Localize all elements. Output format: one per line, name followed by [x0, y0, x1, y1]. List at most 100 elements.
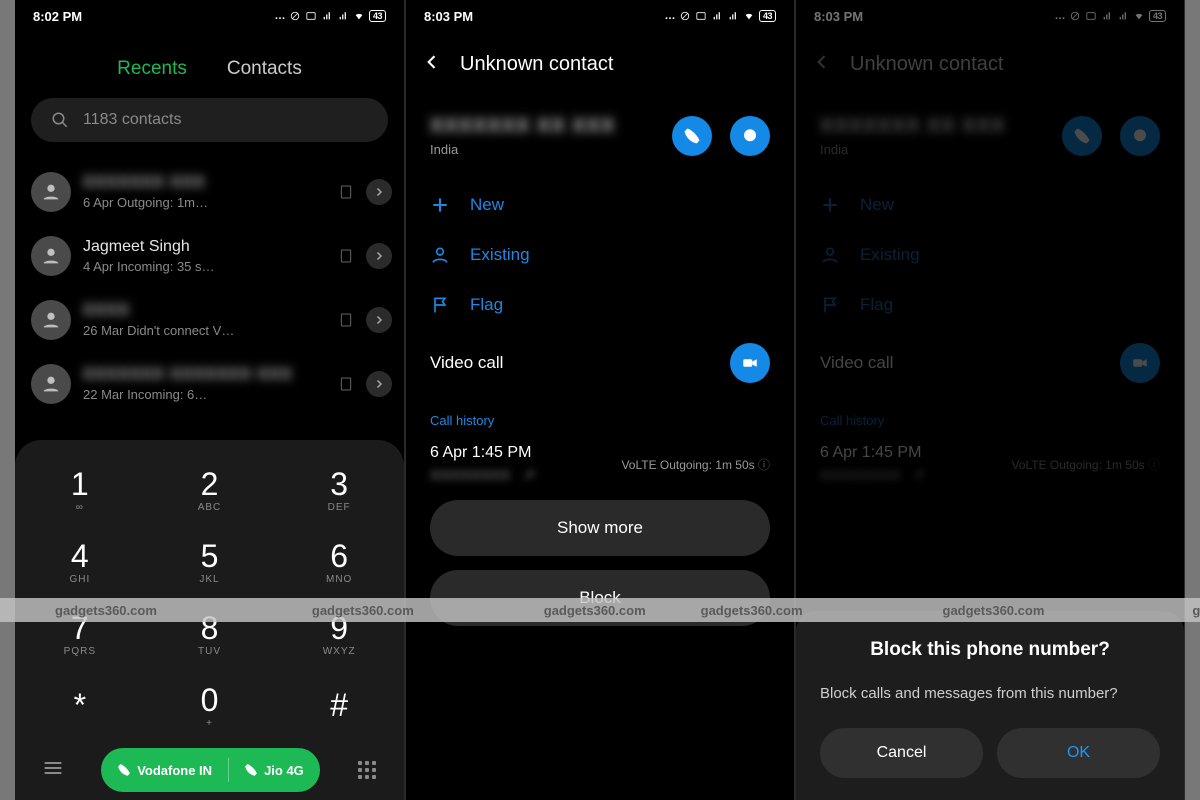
- screen-block-dialog: 8:03 PM … 43 Unknown contact XXXXXXX XX …: [795, 0, 1185, 800]
- call-log-list: XXXXXXX XXX6 Apr Outgoing: 1m… Jagmeet S…: [15, 142, 404, 416]
- hamburger-icon: [43, 761, 63, 775]
- list-item[interactable]: XXXX 26 Mar Didn't connect V…: [27, 288, 396, 352]
- call-info: 4 Apr Incoming: 35 s…: [83, 259, 326, 274]
- dialpad-key-6[interactable]: 6MNO: [274, 526, 404, 598]
- contact-name: XXXX: [83, 302, 326, 320]
- ok-button[interactable]: OK: [997, 728, 1160, 778]
- tab-recents[interactable]: Recents: [117, 58, 187, 80]
- dialpad-key-4[interactable]: 4GHI: [15, 526, 145, 598]
- phone-icon: [244, 763, 258, 777]
- phone-number: XXXXXXX XX XXX: [430, 115, 654, 138]
- dialpad-key-3[interactable]: 3DEF: [274, 454, 404, 526]
- details-button[interactable]: [366, 179, 392, 205]
- plus-icon: [430, 195, 450, 215]
- call-history-title: Call history: [406, 405, 794, 436]
- message-button[interactable]: [730, 116, 770, 156]
- country-label: India: [430, 142, 654, 157]
- search-placeholder: 1183 contacts: [83, 111, 181, 129]
- show-more-button[interactable]: Show more: [430, 500, 770, 556]
- dialog-body: Block calls and messages from this numbe…: [820, 683, 1160, 704]
- signal-icon: [321, 11, 333, 21]
- chevron-left-icon: [422, 52, 442, 72]
- history-number: XXXXXXXX ↗: [430, 466, 535, 484]
- call-sim1-button[interactable]: Vodafone IN: [101, 748, 228, 792]
- chevron-right-icon: [373, 314, 385, 326]
- sim-icon: [338, 376, 354, 392]
- flag-icon: [430, 295, 450, 315]
- status-icons: … 43: [274, 10, 386, 22]
- person-icon: [430, 245, 450, 265]
- dnd-icon: [679, 11, 691, 21]
- tabs: Recents Contacts: [15, 28, 404, 98]
- battery-icon: 43: [759, 10, 776, 22]
- new-contact-button[interactable]: New: [430, 195, 770, 215]
- chevron-right-icon: [373, 378, 385, 390]
- phone-icon: [683, 127, 701, 145]
- watermark: gadgets360.com gadgets360.com gadgets360…: [0, 598, 1200, 622]
- call-info: 26 Mar Didn't connect V…: [83, 323, 326, 338]
- dialpad-key-0[interactable]: 0+: [145, 670, 275, 742]
- contact-name: XXXXXXX XXXXXXX XXX: [83, 366, 326, 384]
- details-button[interactable]: [366, 243, 392, 269]
- dialpad-toggle[interactable]: [358, 761, 376, 779]
- menu-button[interactable]: [43, 761, 63, 780]
- list-item[interactable]: XXXXXXX XXXXXXX XXX 22 Mar Incoming: 6…: [27, 352, 396, 416]
- signal-icon: [727, 11, 739, 21]
- existing-contact-button[interactable]: Existing: [430, 245, 770, 265]
- list-item[interactable]: XXXXXXX XXX6 Apr Outgoing: 1m…: [27, 160, 396, 224]
- sim-icon: [338, 312, 354, 328]
- flag-button[interactable]: Flag: [430, 295, 770, 315]
- contact-name: XXXXXXX XXX: [83, 174, 326, 192]
- chat-icon: [741, 127, 759, 145]
- dialpad-key-#[interactable]: #: [274, 670, 404, 742]
- call-button[interactable]: [672, 116, 712, 156]
- avatar: [31, 300, 71, 340]
- dialpad-key-2[interactable]: 2ABC: [145, 454, 275, 526]
- avatar: [31, 364, 71, 404]
- chevron-right-icon: [373, 250, 385, 262]
- statusbar: 8:03 PM … 43: [406, 0, 794, 28]
- wifi-icon: [353, 11, 365, 21]
- screen-contact-detail: 8:03 PM … 43 Unknown contact XXXXXXX XX …: [405, 0, 795, 800]
- block-dialog: Block this phone number? Block calls and…: [796, 611, 1184, 800]
- call-sim2-button[interactable]: Jio 4G: [228, 748, 320, 792]
- phone-icon: [117, 763, 131, 777]
- signal-icon: [711, 11, 723, 21]
- search-icon: [51, 111, 69, 129]
- avatar: [31, 172, 71, 212]
- screen-dialer: 8:02 PM … 43 Recents Contacts 1183 conta…: [15, 0, 405, 800]
- dialog-title: Block this phone number?: [820, 639, 1160, 661]
- call-buttons: Vodafone IN Jio 4G: [101, 748, 320, 792]
- details-button[interactable]: [366, 307, 392, 333]
- list-item[interactable]: Jagmeet Singh 4 Apr Incoming: 35 s…: [27, 224, 396, 288]
- hd-icon: [305, 11, 317, 21]
- video-call-label: Video call: [430, 353, 503, 373]
- battery-icon: 43: [369, 10, 386, 22]
- back-button[interactable]: [422, 52, 442, 77]
- clock: 8:03 PM: [424, 9, 473, 24]
- page-title: Unknown contact: [460, 53, 613, 76]
- history-time: 6 Apr 1:45 PM: [430, 444, 535, 462]
- tab-contacts[interactable]: Contacts: [227, 58, 302, 80]
- dialpad-key-5[interactable]: 5JKL: [145, 526, 275, 598]
- video-call-button[interactable]: [730, 343, 770, 383]
- video-icon: [741, 354, 759, 372]
- hd-icon: [695, 11, 707, 21]
- status-icons: … 43: [664, 10, 776, 22]
- dialpad-key-1[interactable]: 1∞: [15, 454, 145, 526]
- sim-icon: [338, 248, 354, 264]
- avatar: [31, 236, 71, 276]
- cancel-button[interactable]: Cancel: [820, 728, 983, 778]
- dnd-icon: [289, 11, 301, 21]
- details-button[interactable]: [366, 371, 392, 397]
- call-history-item[interactable]: 6 Apr 1:45 PM XXXXXXXX ↗ VoLTE Outgoing:…: [406, 436, 794, 486]
- signal-icon: [337, 11, 349, 21]
- clock: 8:02 PM: [33, 9, 82, 24]
- sim-icon: [338, 184, 354, 200]
- search-input[interactable]: 1183 contacts: [31, 98, 388, 142]
- dialpad-key-*[interactable]: *: [15, 670, 145, 742]
- call-info: 22 Mar Incoming: 6…: [83, 387, 326, 402]
- wifi-icon: [743, 11, 755, 21]
- statusbar: 8:02 PM … 43: [15, 0, 404, 28]
- contact-name: Jagmeet Singh: [83, 238, 326, 256]
